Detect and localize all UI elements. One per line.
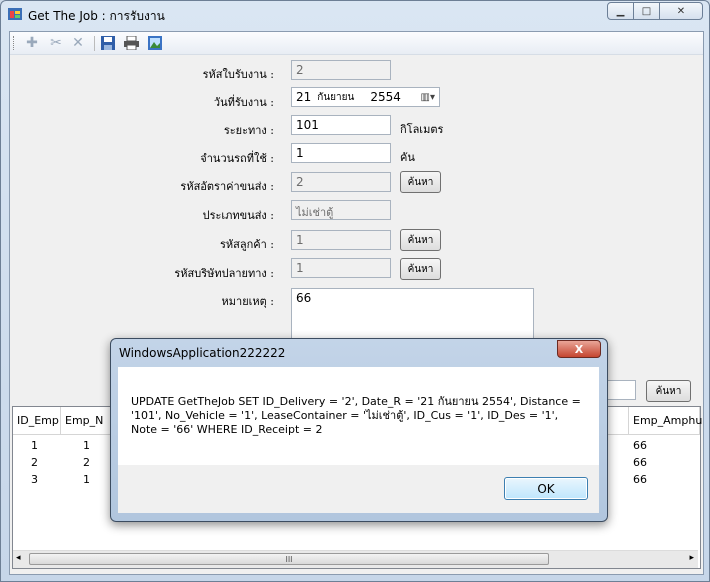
scroll-right-icon[interactable]: ▸ [689,553,694,563]
vehicles-field[interactable]: 1 [291,143,391,163]
customer-code-label: รหัสลูกค้า : [219,238,274,251]
toolbar: ✚ ✂ ✕ [10,32,703,55]
grid-header-id-emp[interactable]: ID_Emp [13,407,61,435]
search-button[interactable]: ค้นหา [646,380,691,402]
cell-name: 1 [83,439,90,452]
rate-code-label: รหัสอัตราค่าขนส่ง : [180,180,274,193]
close-button[interactable]: ✕ [659,2,703,20]
destination-code-label: รหัสบริษัทปลายทาง : [174,267,274,280]
toolbar-separator [94,36,95,51]
date-picker[interactable]: 21 กันยายน 2554 ▥▾ [291,87,440,107]
add-icon[interactable]: ✚ [24,35,40,51]
cell-id: 1 [31,439,38,452]
dialog-body: UPDATE GetTheJob SET ID_Delivery = '2', … [118,367,599,465]
date-year: 2554 [370,90,401,104]
close-icon: ✕ [676,5,686,17]
transport-type-field[interactable]: ไม่เช่าตู้ [291,200,391,220]
customer-code-field[interactable]: 1 [291,230,391,250]
print-icon[interactable] [123,35,139,51]
receipt-id-label: รหัสใบรับงาน : [202,68,274,81]
distance-field[interactable]: 101 [291,115,391,135]
dialog-message: UPDATE GetTheJob SET ID_Delivery = '2', … [131,395,581,436]
scroll-thumb[interactable]: III [29,553,549,565]
window-title: Get The Job : การรับงาน [28,9,165,23]
cell-amphu: 66 [633,439,647,452]
transport-type-label: ประเภทขนส่ง : [202,209,274,222]
rate-search-button[interactable]: ค้นหา [400,171,441,193]
cell-amphu: 66 [633,473,647,486]
ok-button[interactable]: OK [504,477,588,500]
receipt-id-field[interactable]: 2 [291,60,391,80]
vehicles-label: จำนวนรถที่ใช้ : [200,152,274,165]
app-icon [8,8,22,20]
dialog-title: WindowsApplication222222 [119,346,286,360]
cell-id: 2 [31,456,38,469]
search-input[interactable] [604,380,636,400]
dialog-footer: OK [118,465,599,513]
cell-id: 3 [31,473,38,486]
destination-code-field[interactable]: 1 [291,258,391,278]
note-label: หมายเหตุ : [221,295,274,308]
cut-icon[interactable]: ✂ [48,35,64,51]
maximize-icon: □ [641,5,652,17]
cell-amphu: 66 [633,456,647,469]
calendar-dropdown-icon[interactable]: ▥▾ [421,92,435,103]
title-bar[interactable]: Get The Job : การรับงาน ▁ □ ✕ [1,1,709,29]
date-month: กันยายน [317,91,355,103]
date-day: 21 [296,90,312,104]
rate-code-field[interactable]: 2 [291,172,391,192]
maximize-button[interactable]: □ [633,2,660,20]
scroll-left-icon[interactable]: ◂ [16,553,21,563]
customer-search-button[interactable]: ค้นหา [400,229,441,251]
toolbar-grip[interactable] [13,36,16,50]
minimize-button[interactable]: ▁ [607,2,634,20]
delete-icon[interactable]: ✕ [70,35,86,51]
dialog-close-button[interactable]: X [557,340,601,358]
minimize-icon: ▁ [616,5,625,17]
cell-name: 1 [83,473,90,486]
destination-search-button[interactable]: ค้นหา [400,258,441,280]
cell-name: 2 [83,456,90,469]
close-icon: X [574,342,584,356]
save-icon[interactable] [100,35,116,51]
date-label: วันที่รับงาน : [213,96,274,109]
distance-label: ระยะทาง : [223,124,274,137]
horizontal-scrollbar[interactable]: ◂ III ▸ [13,550,698,568]
scroll-thumb-grip: III [285,554,293,564]
grid-header-emp-amphu[interactable]: Emp_Amphu [629,407,702,435]
distance-unit: กิโลเมตร [400,123,444,136]
image-icon[interactable] [147,35,163,51]
message-dialog: WindowsApplication222222 X UPDATE GetThe… [110,338,608,522]
vehicles-unit: คัน [400,151,415,164]
